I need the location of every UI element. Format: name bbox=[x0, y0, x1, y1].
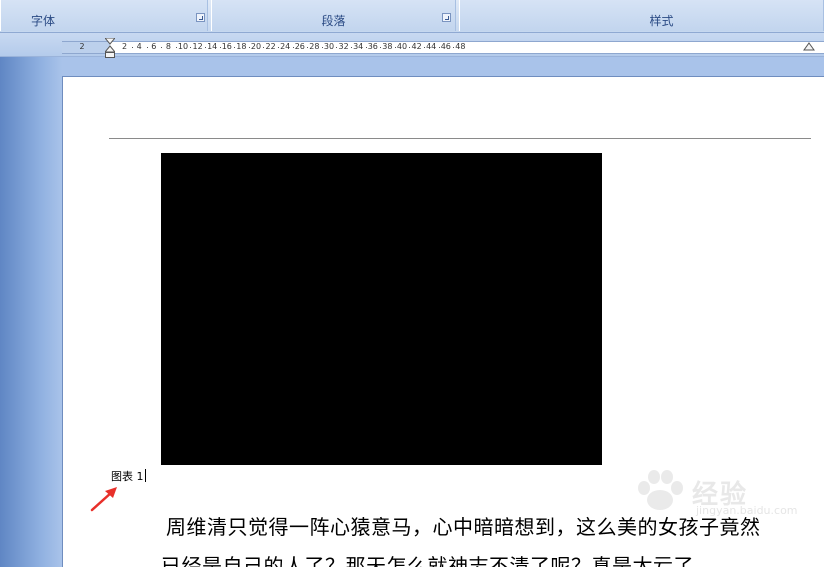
ruler-left-margin bbox=[62, 42, 110, 53]
ruler-tick bbox=[321, 47, 323, 48]
ruler-tick bbox=[277, 47, 279, 48]
ruler-number: 24 bbox=[280, 42, 291, 51]
ruler-tick bbox=[423, 47, 425, 48]
ruler-number: 14 bbox=[207, 42, 218, 51]
indent-marker-icon[interactable] bbox=[105, 38, 115, 58]
right-indent-marker-icon[interactable] bbox=[803, 42, 815, 52]
ruler-tick bbox=[453, 47, 455, 48]
ruler-tick bbox=[190, 47, 192, 48]
ruler-tick bbox=[365, 47, 367, 48]
ruler-number: 44 bbox=[426, 42, 437, 51]
header-divider bbox=[109, 138, 811, 139]
ruler-number: 22 bbox=[265, 42, 276, 51]
styles-group: 样式 bbox=[459, 0, 824, 31]
ruler-tick bbox=[131, 47, 133, 48]
font-group: 字体 bbox=[0, 0, 208, 31]
ruler-number: 36 bbox=[367, 42, 378, 51]
ruler-number: 16 bbox=[221, 42, 232, 51]
ruler-number: 2 bbox=[79, 42, 85, 51]
ruler-number: 4 bbox=[136, 42, 142, 51]
ruler-tick bbox=[146, 47, 148, 48]
annotation-arrow-icon bbox=[90, 487, 117, 512]
figure-caption[interactable]: 图表 1 bbox=[111, 468, 146, 484]
ruler-tick bbox=[350, 47, 352, 48]
ruler-band: 2 2 4 6 8 10 12 14 16 18 20 22 24 26 28 30 32 34 36 38 40 42 4… bbox=[0, 33, 824, 57]
paw-logo-icon bbox=[638, 470, 683, 510]
font-dialog-launcher-icon[interactable] bbox=[196, 13, 205, 22]
watermark: 经验 jingyan.baidu.com bbox=[632, 468, 798, 518]
horizontal-ruler[interactable]: 2 2 4 6 8 10 12 14 16 18 20 22 24 26 28 30 32 34 36 38 40 42 4… bbox=[62, 41, 824, 54]
ruler-tick bbox=[234, 47, 236, 48]
caption-text: 图表 1 bbox=[111, 470, 144, 483]
ruler-tick bbox=[292, 47, 294, 48]
ruler-tick bbox=[336, 47, 338, 48]
ruler-number: 46 bbox=[440, 42, 451, 51]
ruler-tick bbox=[175, 47, 177, 48]
ruler-tick bbox=[204, 47, 206, 48]
ruler-number: 2 bbox=[122, 42, 128, 51]
ruler-number: 18 bbox=[236, 42, 247, 51]
ruler-tick bbox=[409, 47, 411, 48]
ribbon: 字体 段落 样式 bbox=[0, 0, 824, 33]
ruler-number: 42 bbox=[411, 42, 422, 51]
watermark-url: jingyan.baidu.com bbox=[696, 504, 798, 517]
text-cursor bbox=[144, 469, 146, 482]
body-text-line-2[interactable]: 已经是自己的人了？那天怎么就神志不清了呢？真是太亏了。 bbox=[161, 550, 715, 567]
styles-group-label: 样式 bbox=[649, 14, 674, 28]
ruler-tick bbox=[263, 47, 265, 48]
ruler-tick bbox=[380, 47, 382, 48]
font-group-label: 字体 bbox=[31, 14, 56, 28]
ruler-number: 20 bbox=[250, 42, 262, 51]
ruler-number: 6 bbox=[151, 42, 157, 51]
ruler-tick bbox=[307, 47, 309, 48]
ruler-number: 30 bbox=[323, 42, 335, 51]
ruler-tick bbox=[161, 47, 163, 48]
ruler-number: 34 bbox=[353, 42, 364, 51]
ruler-tick bbox=[394, 47, 396, 48]
ruler-number: 28 bbox=[309, 42, 320, 51]
ruler-number: 10 bbox=[177, 42, 189, 51]
ruler-number: 48 bbox=[455, 42, 466, 51]
ruler-tick bbox=[438, 47, 440, 48]
ruler-number: 12 bbox=[192, 42, 203, 51]
paragraph-group-label: 段落 bbox=[321, 14, 346, 28]
ruler-tick bbox=[219, 47, 221, 48]
ruler-number: 40 bbox=[396, 42, 408, 51]
inserted-image[interactable] bbox=[161, 153, 602, 465]
ruler-number: 32 bbox=[338, 42, 349, 51]
ruler-number: 8 bbox=[165, 42, 171, 51]
paragraph-dialog-launcher-icon[interactable] bbox=[442, 13, 451, 22]
ruler-number: 38 bbox=[382, 42, 393, 51]
ruler-number: 26 bbox=[294, 42, 305, 51]
ruler-tick bbox=[248, 47, 250, 48]
paragraph-group: 段落 bbox=[211, 0, 456, 31]
